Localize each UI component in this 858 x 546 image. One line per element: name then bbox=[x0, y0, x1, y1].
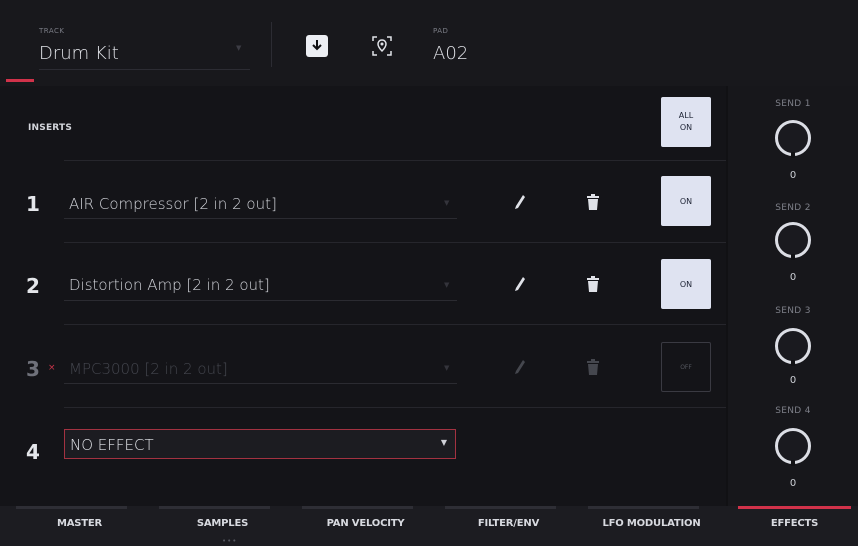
chevron-down-icon[interactable]: ▼ bbox=[236, 44, 241, 52]
send-label: SEND 3 bbox=[775, 306, 811, 316]
send-value: 0 bbox=[789, 170, 797, 181]
insert-effect-selector[interactable]: AIR Compressor [2 in 2 out] bbox=[69, 195, 277, 213]
tab-lfo-modulation[interactable]: LFO MODULATION bbox=[580, 518, 723, 529]
chevron-down-icon: ▼ bbox=[440, 438, 447, 447]
send-label: SEND 4 bbox=[775, 406, 811, 416]
send-knob[interactable] bbox=[775, 222, 811, 260]
chevron-down-icon[interactable]: ▼ bbox=[444, 199, 449, 207]
insert-effect-selector[interactable]: MPC3000 [2 in 2 out] bbox=[69, 360, 228, 378]
down-arrow-icon bbox=[312, 40, 322, 51]
row-divider bbox=[64, 407, 726, 408]
send-knob[interactable] bbox=[775, 120, 811, 158]
chevron-down-icon[interactable]: ▼ bbox=[444, 364, 449, 372]
field-underline bbox=[64, 218, 457, 219]
active-indicator bbox=[6, 79, 34, 82]
row-divider bbox=[64, 324, 726, 325]
insert-effect-selector[interactable]: Distortion Amp [2 in 2 out] bbox=[69, 276, 270, 294]
divider bbox=[271, 22, 272, 67]
tab-underline bbox=[445, 506, 556, 509]
insert-off-button[interactable]: OFF bbox=[661, 342, 711, 392]
tab-filter-env[interactable]: FILTER/ENV bbox=[437, 518, 580, 529]
save-icon[interactable] bbox=[306, 35, 328, 57]
send-knob[interactable] bbox=[775, 328, 811, 366]
all-on-line1: ALL bbox=[678, 111, 694, 120]
field-underline bbox=[64, 300, 457, 301]
more-dots-icon: ••• bbox=[222, 537, 238, 545]
send-label: SEND 2 bbox=[775, 203, 811, 213]
send-value: 0 bbox=[789, 375, 797, 386]
pencil-icon[interactable] bbox=[514, 194, 526, 210]
all-on-button[interactable]: ALL ON bbox=[661, 97, 711, 147]
pencil-icon[interactable] bbox=[514, 276, 526, 292]
insert-on-button[interactable]: ON bbox=[661, 259, 711, 309]
track-label: TRACK bbox=[39, 27, 65, 35]
slot-number: 4 bbox=[26, 440, 40, 464]
field-underline bbox=[64, 383, 457, 384]
knob-indicator bbox=[791, 254, 795, 260]
active-tab-underline bbox=[738, 506, 851, 509]
insert-on-button[interactable]: ON bbox=[661, 176, 711, 226]
tab-effects[interactable]: EFFECTS bbox=[723, 518, 858, 529]
send-value: 0 bbox=[789, 272, 797, 283]
knob-indicator bbox=[791, 152, 795, 158]
trash-icon[interactable] bbox=[587, 276, 599, 292]
effect-dropdown-value: NO EFFECT bbox=[70, 436, 154, 454]
bypass-mark: × bbox=[48, 363, 56, 373]
send-knob[interactable] bbox=[775, 428, 811, 466]
inserts-title: INSERTS bbox=[28, 123, 73, 133]
pencil-icon[interactable] bbox=[514, 359, 526, 375]
knob-indicator bbox=[791, 360, 795, 366]
trash-icon[interactable] bbox=[587, 359, 599, 375]
slot-number: 2 bbox=[26, 274, 40, 298]
tab-underline bbox=[16, 506, 127, 509]
tab-master[interactable]: MASTER bbox=[8, 518, 151, 529]
tab-samples[interactable]: SAMPLES bbox=[151, 518, 294, 529]
knob-indicator bbox=[791, 460, 795, 466]
tab-pan-velocity[interactable]: PAN VELOCITY bbox=[294, 518, 437, 529]
tab-underline bbox=[159, 506, 270, 509]
track-underline bbox=[39, 69, 250, 70]
tab-underline bbox=[302, 506, 413, 509]
tab-underline bbox=[588, 506, 699, 509]
row-divider bbox=[64, 160, 726, 161]
row-divider bbox=[64, 242, 726, 243]
locate-pad-icon[interactable] bbox=[370, 34, 394, 58]
slot-number: 3 bbox=[26, 357, 40, 381]
all-on-line2: ON bbox=[679, 123, 693, 132]
send-label: SEND 1 bbox=[775, 99, 811, 109]
send-value: 0 bbox=[789, 478, 797, 489]
pad-label: PAD bbox=[433, 27, 449, 35]
pad-value: A02 bbox=[433, 43, 469, 64]
top-bar bbox=[0, 0, 858, 86]
effect-dropdown[interactable]: NO EFFECT ▼ bbox=[64, 429, 456, 459]
trash-icon[interactable] bbox=[587, 194, 599, 210]
chevron-down-icon[interactable]: ▼ bbox=[444, 281, 449, 289]
slot-number: 1 bbox=[26, 192, 40, 216]
track-selector[interactable]: Drum Kit bbox=[39, 43, 119, 64]
